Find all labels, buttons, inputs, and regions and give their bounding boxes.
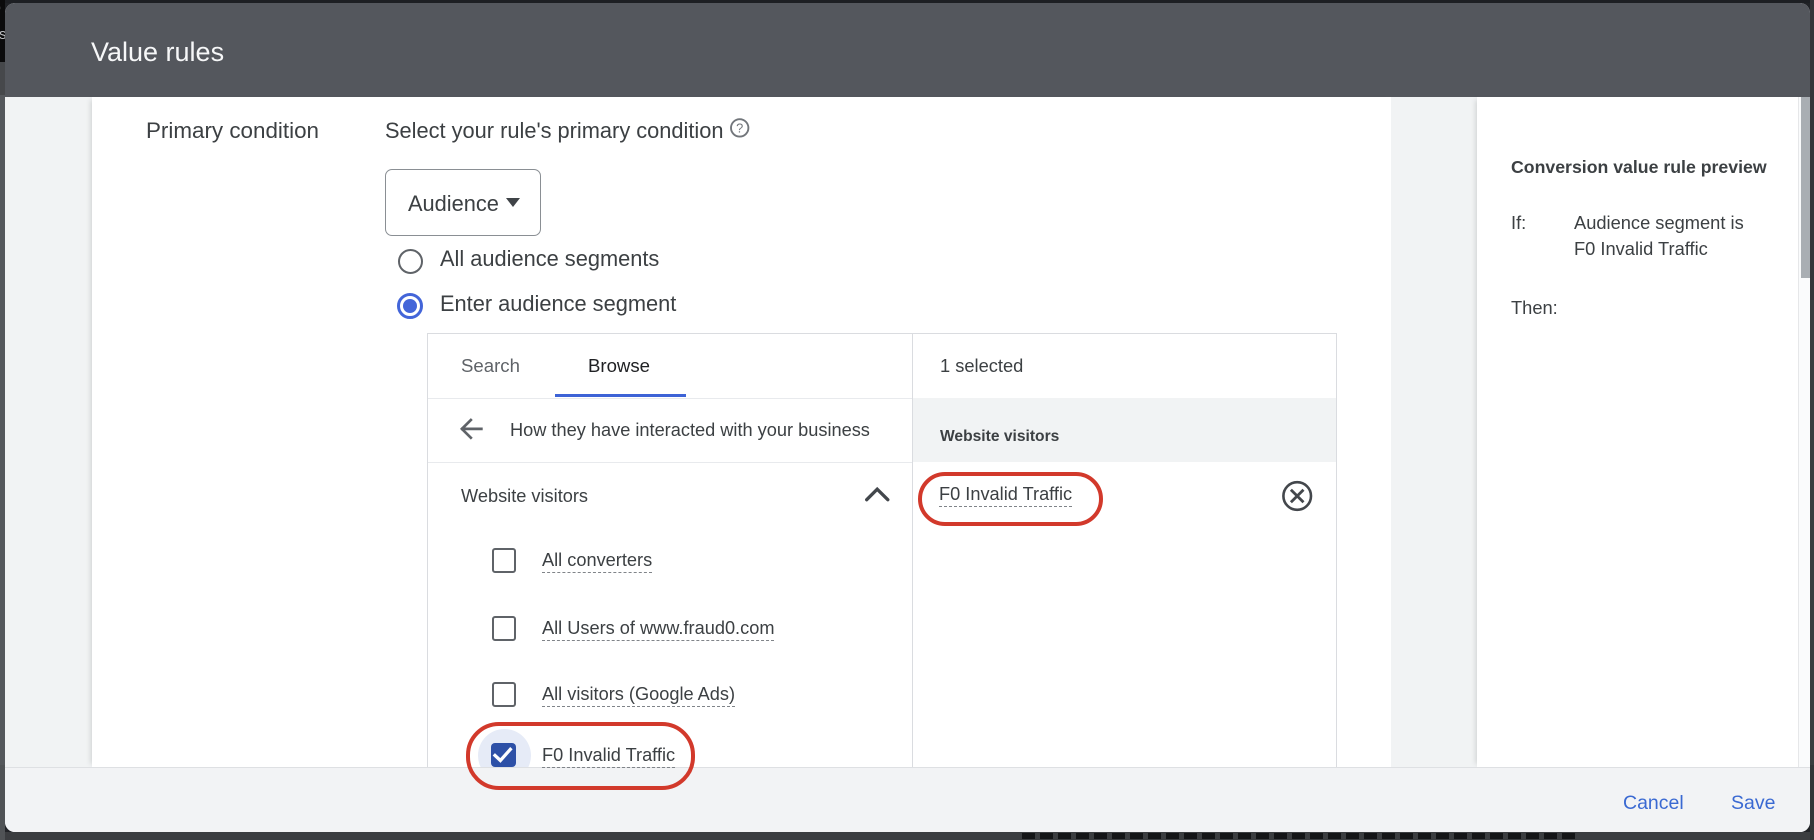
- svg-text:?: ?: [736, 120, 743, 135]
